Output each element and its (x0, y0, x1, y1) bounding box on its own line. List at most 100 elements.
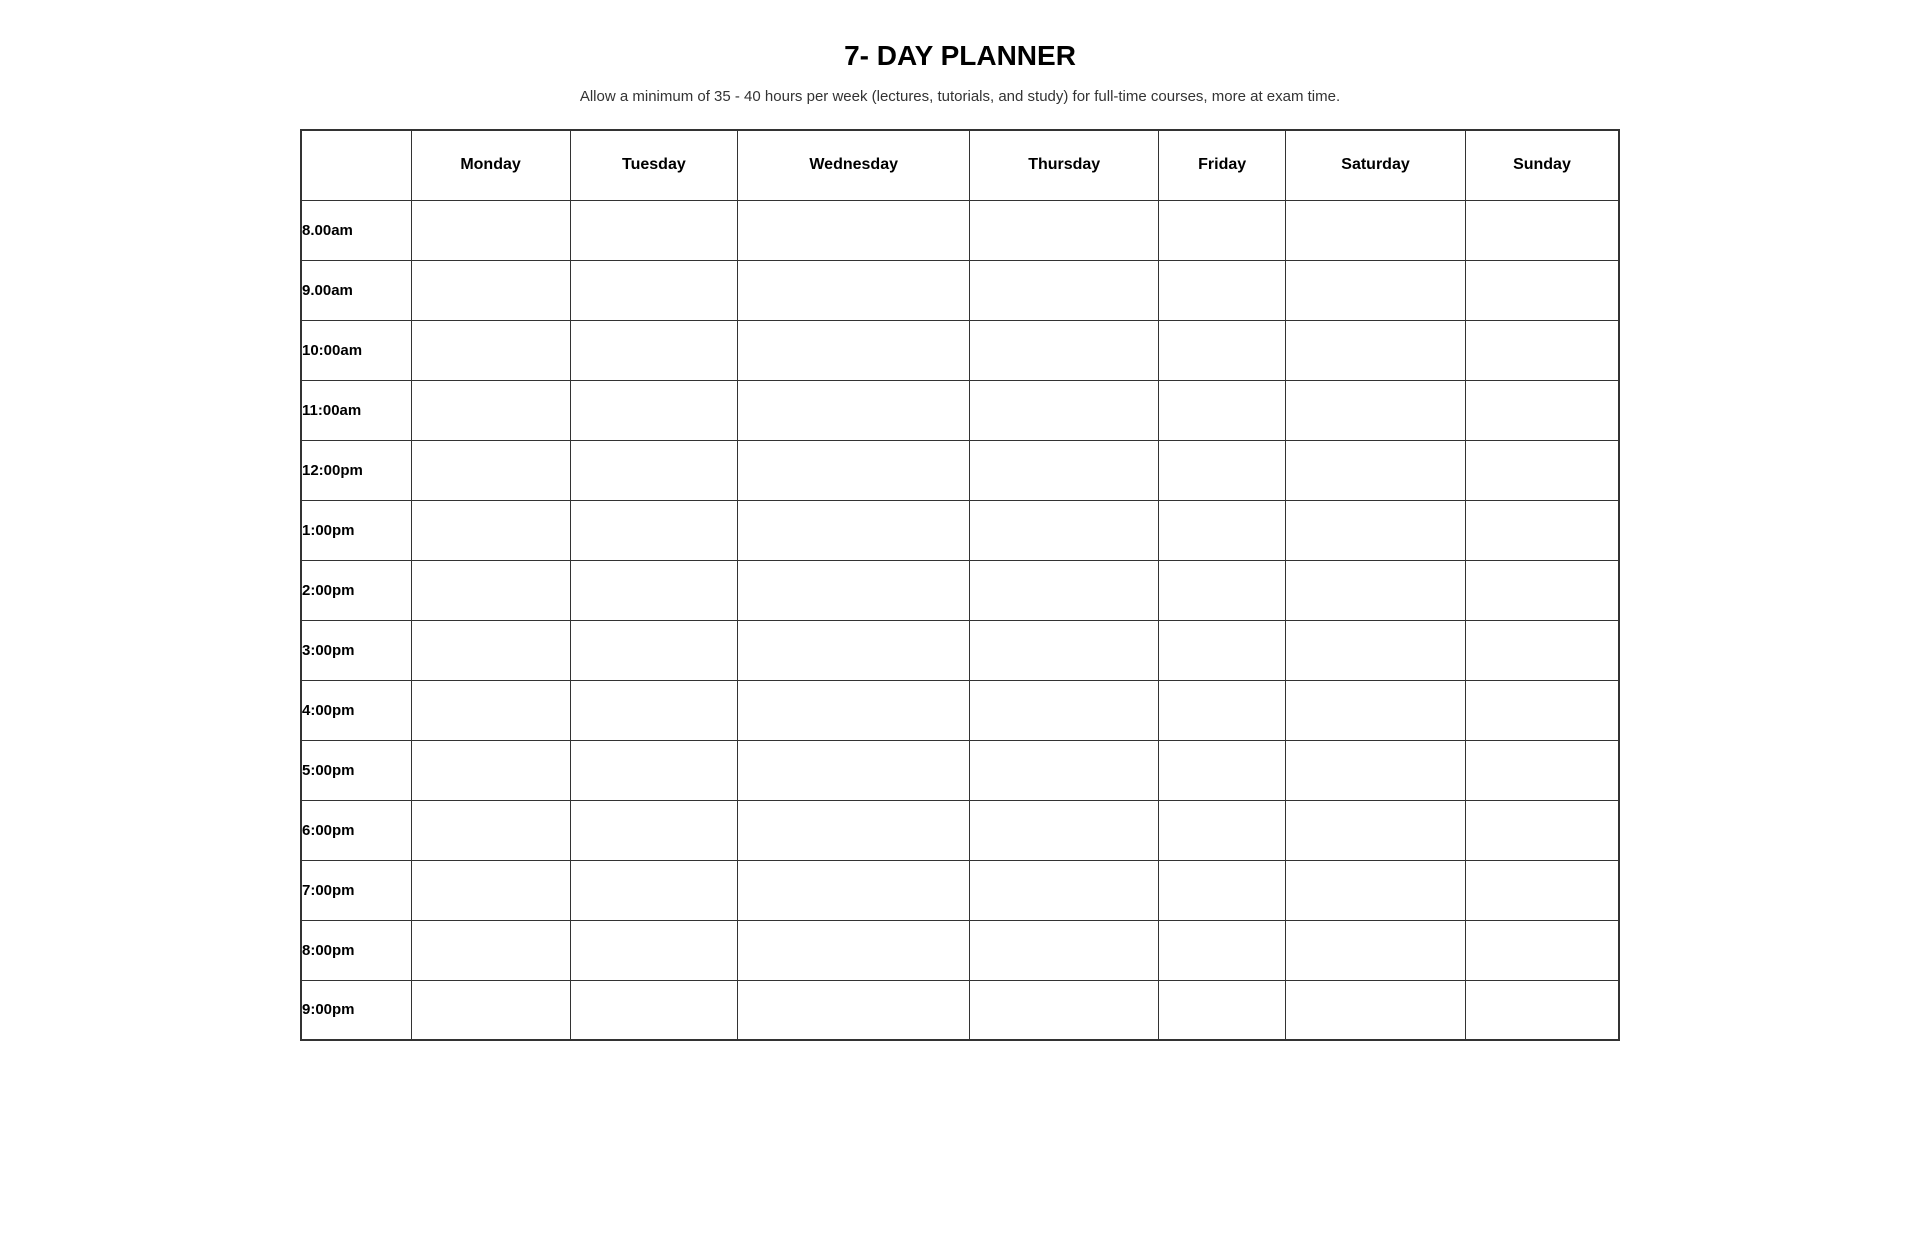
header-friday: Friday (1159, 130, 1286, 200)
day-cell[interactable] (570, 380, 738, 440)
day-cell[interactable] (411, 620, 570, 680)
day-cell[interactable] (1465, 680, 1619, 740)
day-cell[interactable] (970, 380, 1159, 440)
day-cell[interactable] (411, 500, 570, 560)
day-cell[interactable] (1159, 920, 1286, 980)
day-cell[interactable] (570, 500, 738, 560)
day-cell[interactable] (738, 260, 970, 320)
day-cell[interactable] (738, 980, 970, 1040)
day-cell[interactable] (1465, 980, 1619, 1040)
day-cell[interactable] (570, 560, 738, 620)
day-cell[interactable] (738, 860, 970, 920)
day-cell[interactable] (738, 200, 970, 260)
day-cell[interactable] (1465, 740, 1619, 800)
day-cell[interactable] (1465, 800, 1619, 860)
day-cell[interactable] (1159, 260, 1286, 320)
day-cell[interactable] (1159, 980, 1286, 1040)
day-cell[interactable] (570, 680, 738, 740)
day-cell[interactable] (738, 620, 970, 680)
day-cell[interactable] (1159, 440, 1286, 500)
day-cell[interactable] (1465, 260, 1619, 320)
day-cell[interactable] (411, 260, 570, 320)
day-cell[interactable] (411, 800, 570, 860)
day-cell[interactable] (411, 320, 570, 380)
day-cell[interactable] (1465, 320, 1619, 380)
day-cell[interactable] (411, 200, 570, 260)
day-cell[interactable] (1465, 620, 1619, 680)
day-cell[interactable] (970, 800, 1159, 860)
day-cell[interactable] (970, 440, 1159, 500)
day-cell[interactable] (1286, 380, 1466, 440)
day-cell[interactable] (570, 620, 738, 680)
day-cell[interactable] (970, 860, 1159, 920)
day-cell[interactable] (1159, 200, 1286, 260)
day-cell[interactable] (1465, 860, 1619, 920)
day-cell[interactable] (411, 680, 570, 740)
day-cell[interactable] (970, 740, 1159, 800)
day-cell[interactable] (738, 380, 970, 440)
day-cell[interactable] (738, 560, 970, 620)
day-cell[interactable] (411, 860, 570, 920)
day-cell[interactable] (738, 680, 970, 740)
day-cell[interactable] (1286, 800, 1466, 860)
day-cell[interactable] (1159, 740, 1286, 800)
day-cell[interactable] (411, 740, 570, 800)
day-cell[interactable] (1159, 800, 1286, 860)
day-cell[interactable] (1465, 500, 1619, 560)
day-cell[interactable] (411, 440, 570, 500)
day-cell[interactable] (1465, 560, 1619, 620)
day-cell[interactable] (1159, 380, 1286, 440)
day-cell[interactable] (1465, 920, 1619, 980)
day-cell[interactable] (970, 980, 1159, 1040)
day-cell[interactable] (1286, 500, 1466, 560)
day-cell[interactable] (738, 320, 970, 380)
day-cell[interactable] (970, 680, 1159, 740)
day-cell[interactable] (570, 740, 738, 800)
day-cell[interactable] (1286, 860, 1466, 920)
day-cell[interactable] (1286, 740, 1466, 800)
day-cell[interactable] (970, 200, 1159, 260)
day-cell[interactable] (1159, 500, 1286, 560)
day-cell[interactable] (1286, 680, 1466, 740)
day-cell[interactable] (1286, 920, 1466, 980)
day-cell[interactable] (970, 920, 1159, 980)
day-cell[interactable] (1159, 320, 1286, 380)
day-cell[interactable] (570, 980, 738, 1040)
day-cell[interactable] (738, 740, 970, 800)
day-cell[interactable] (738, 440, 970, 500)
day-cell[interactable] (970, 620, 1159, 680)
day-cell[interactable] (1286, 560, 1466, 620)
day-cell[interactable] (1159, 560, 1286, 620)
day-cell[interactable] (570, 320, 738, 380)
day-cell[interactable] (570, 920, 738, 980)
day-cell[interactable] (1286, 980, 1466, 1040)
day-cell[interactable] (970, 260, 1159, 320)
day-cell[interactable] (970, 560, 1159, 620)
day-cell[interactable] (570, 260, 738, 320)
day-cell[interactable] (411, 560, 570, 620)
day-cell[interactable] (1286, 200, 1466, 260)
day-cell[interactable] (1159, 860, 1286, 920)
day-cell[interactable] (1286, 620, 1466, 680)
day-cell[interactable] (738, 920, 970, 980)
day-cell[interactable] (1465, 440, 1619, 500)
day-cell[interactable] (570, 440, 738, 500)
day-cell[interactable] (970, 320, 1159, 380)
day-cell[interactable] (411, 380, 570, 440)
day-cell[interactable] (411, 980, 570, 1040)
day-cell[interactable] (1465, 200, 1619, 260)
day-cell[interactable] (738, 800, 970, 860)
day-cell[interactable] (1286, 260, 1466, 320)
day-cell[interactable] (411, 920, 570, 980)
day-cell[interactable] (1286, 320, 1466, 380)
day-cell[interactable] (970, 500, 1159, 560)
day-cell[interactable] (738, 500, 970, 560)
day-cell[interactable] (570, 800, 738, 860)
day-cell[interactable] (1159, 680, 1286, 740)
header-empty-cell (301, 130, 411, 200)
day-cell[interactable] (570, 200, 738, 260)
day-cell[interactable] (1159, 620, 1286, 680)
day-cell[interactable] (1465, 380, 1619, 440)
day-cell[interactable] (570, 860, 738, 920)
day-cell[interactable] (1286, 440, 1466, 500)
